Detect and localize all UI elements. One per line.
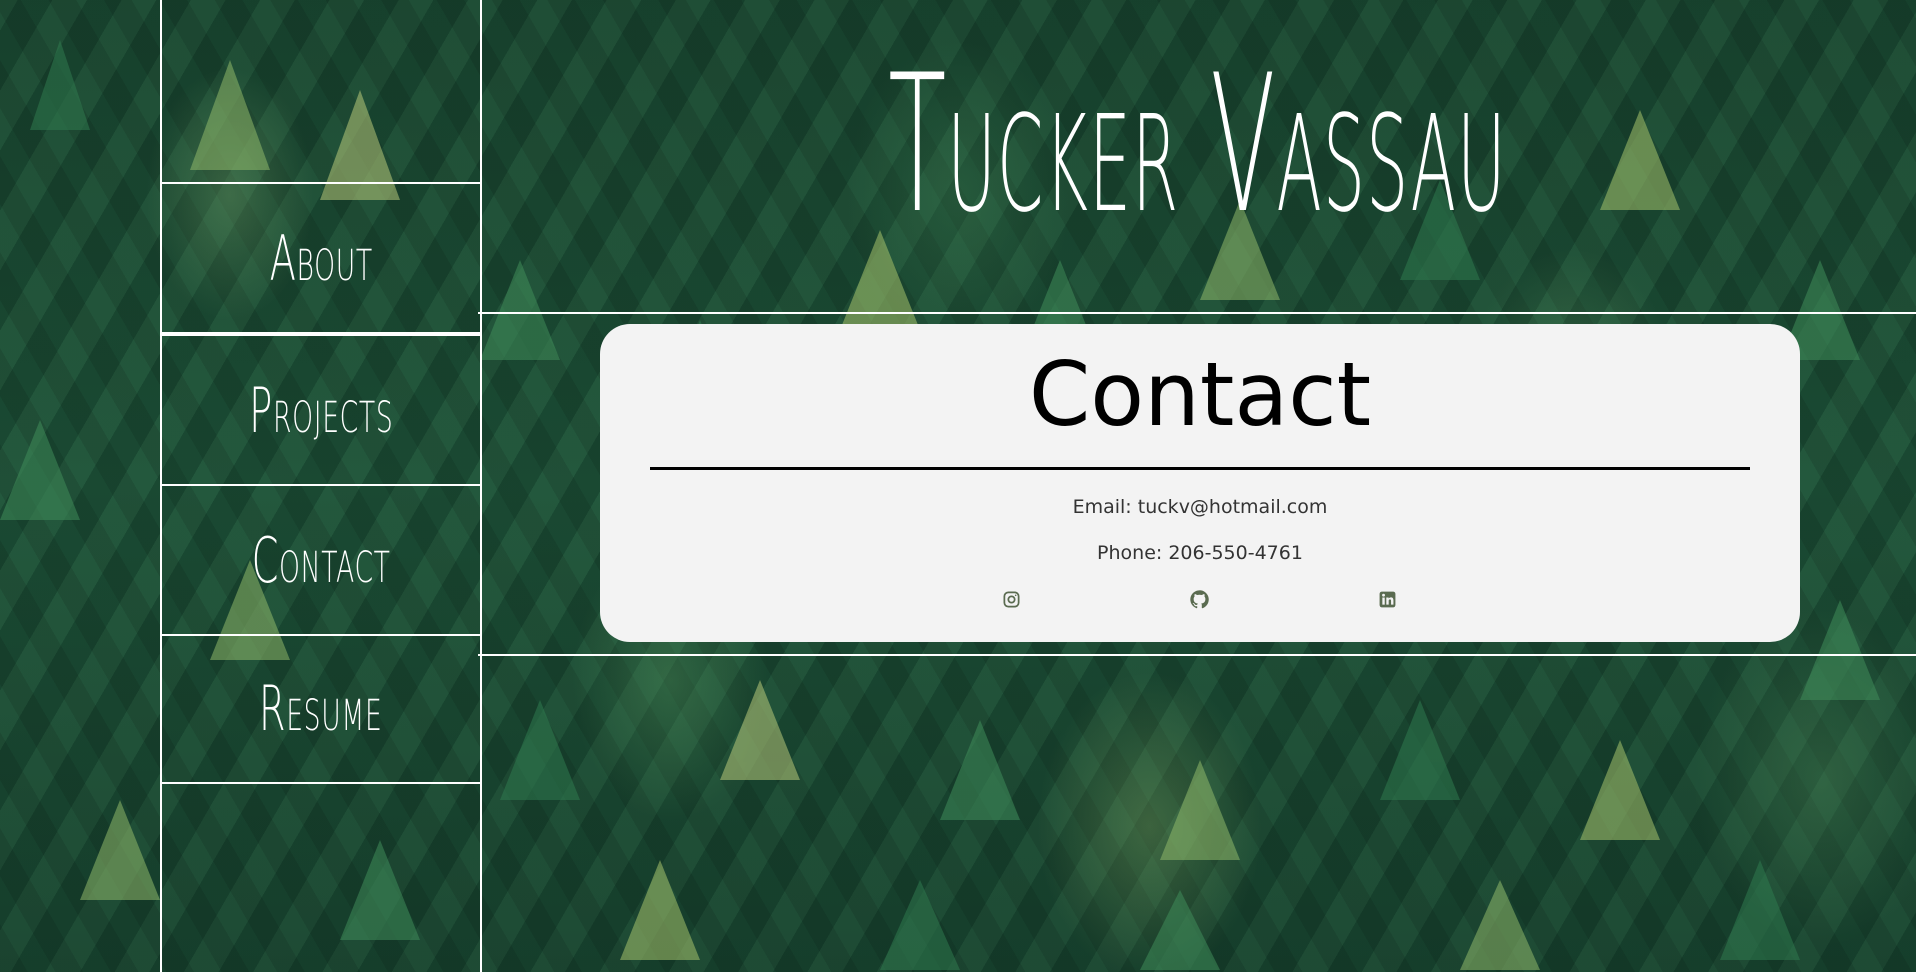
sidebar-item-contact[interactable]: Contact (162, 484, 480, 636)
phone-text: Phone: 206-550-4761 (1097, 542, 1303, 564)
sidebar-item-label: Contact (251, 523, 391, 597)
linkedin-icon[interactable] (1376, 588, 1398, 610)
sidebar-top-spacer (162, 0, 480, 184)
sidebar-item-projects[interactable]: Projects (162, 334, 480, 486)
sidebar-item-resume[interactable]: Resume (162, 634, 480, 784)
instagram-icon[interactable] (1000, 588, 1022, 610)
sidebar-nav: About Projects Contact Resume (160, 0, 482, 972)
sidebar-item-label: About (269, 221, 373, 295)
sidebar-item-label: Projects (248, 373, 394, 447)
contact-card: Contact Email: tuckv@hotmail.com Phone: … (600, 324, 1800, 642)
site-title: Tucker Vassau (887, 34, 1507, 255)
email-text: Email: tuckv@hotmail.com (1072, 496, 1328, 518)
sidebar-item-label: Resume (259, 671, 383, 745)
site-header: Tucker Vassau (478, 40, 1916, 250)
github-icon[interactable] (1188, 588, 1210, 610)
page-title: Contact (1028, 343, 1372, 446)
title-divider (650, 467, 1750, 470)
sidebar-item-about[interactable]: About (162, 184, 480, 334)
